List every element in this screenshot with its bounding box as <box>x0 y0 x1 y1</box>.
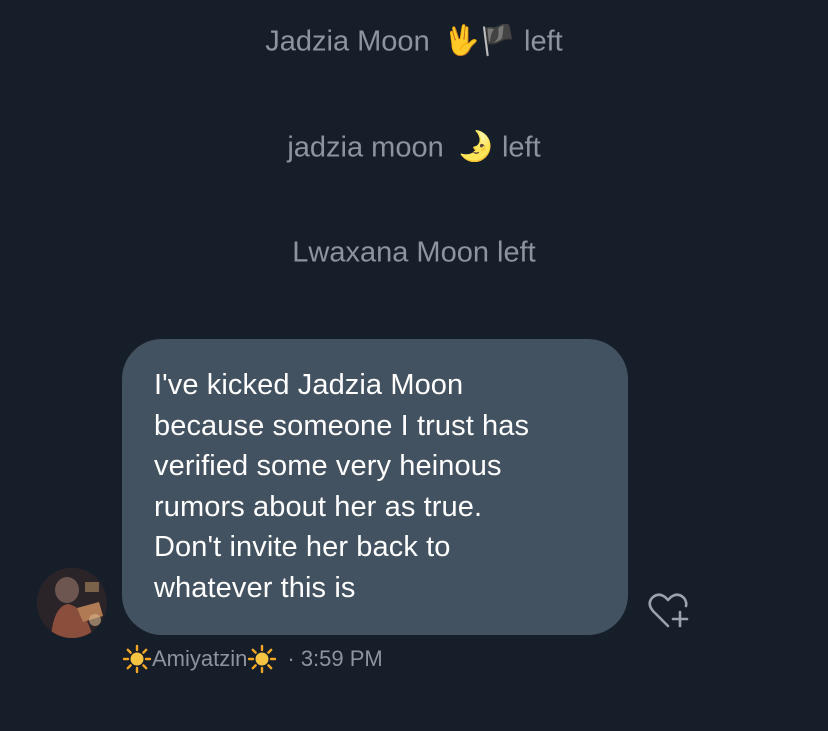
sender-name[interactable]: Amiyatzin <box>152 646 247 671</box>
message-line: rumors about her as true. <box>154 490 483 523</box>
message-row: I've kicked Jadzia Moon because someone … <box>0 0 828 731</box>
sun-icon <box>248 644 277 674</box>
avatar-photo-icon <box>37 568 107 638</box>
message-bubble[interactable]: I've kicked Jadzia Moon because someone … <box>122 339 628 635</box>
add-reaction-button[interactable] <box>646 590 692 630</box>
timestamp: 3:59 PM <box>300 646 383 672</box>
sun-icon <box>122 644 152 674</box>
message-line: whatever this is <box>154 571 356 604</box>
message-line: because someone I trust has <box>154 409 530 442</box>
message-meta: Amiyatzin · 3:59 PM <box>122 643 383 674</box>
message-line: I've kicked Jadzia Moon <box>154 369 464 401</box>
message-line: Don't invite her back to <box>154 531 451 563</box>
heart-plus-icon <box>648 593 689 628</box>
message-line: verified some very heinous <box>154 450 502 482</box>
message-text: I've kicked Jadzia Moon because someone … <box>154 365 600 608</box>
timestamp-separator: · <box>287 646 295 672</box>
avatar[interactable] <box>37 568 107 638</box>
chat-screen: Jadzia Moon 🖖🏴 left jadzia moon 🌛 left L… <box>0 0 828 731</box>
